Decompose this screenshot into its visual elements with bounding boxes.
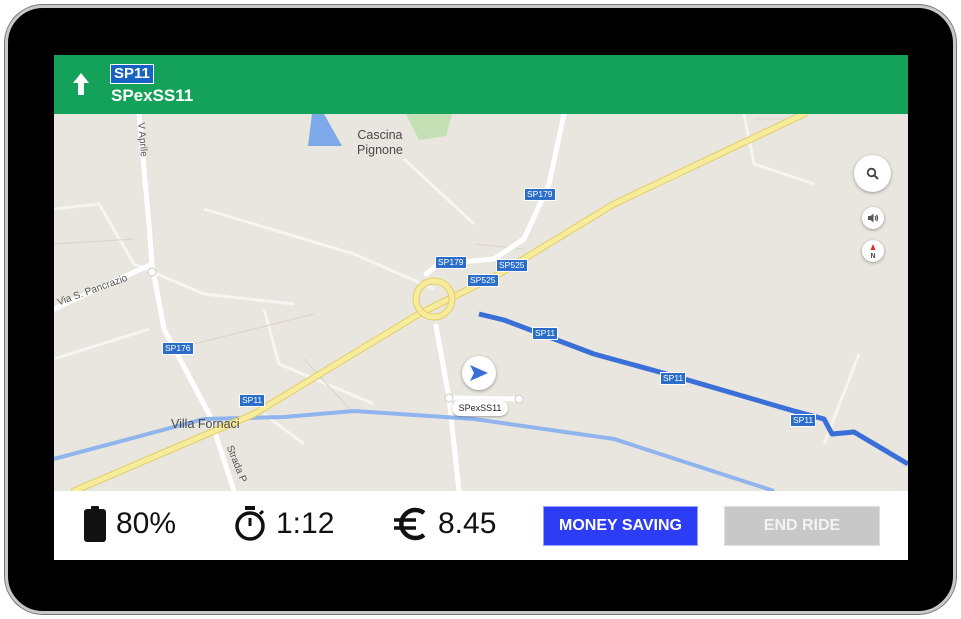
- ride-cost: 8.45: [392, 504, 496, 544]
- road-shield-sp179: SP179: [435, 256, 467, 269]
- ride-status-bar: 80% 1:12 8.45 MONEY SAVING END RIDE: [54, 491, 908, 560]
- compass-icon: N: [870, 244, 876, 259]
- place-label-line: Pignone: [357, 143, 403, 157]
- arrow-up-icon: [73, 73, 89, 95]
- ride-time: 1:12: [234, 504, 334, 544]
- elapsed-time: 1:12: [276, 507, 335, 540]
- battery-level: 80%: [116, 507, 177, 540]
- road-shield-sp11: SP11: [239, 394, 266, 407]
- road-shield-sp11: SP11: [532, 327, 559, 340]
- road-shield-sp179: SP179: [524, 188, 556, 201]
- road-shield-sp11: SP11: [660, 372, 687, 385]
- place-label-villa-fornaci: Villa Fornaci: [171, 417, 240, 431]
- road-shield-sp11: SP11: [790, 414, 817, 427]
- sound-button[interactable]: [862, 207, 884, 229]
- compass-button[interactable]: N: [862, 240, 884, 262]
- stopwatch-icon: [235, 506, 265, 541]
- navigation-header: SP11 SPexSS11: [54, 55, 908, 114]
- road-shield-sp525: SP525: [496, 259, 528, 272]
- money-saving-button[interactable]: MONEY SAVING: [543, 506, 698, 546]
- map-canvas: [54, 110, 908, 495]
- speaker-icon: [868, 213, 879, 223]
- current-position-marker[interactable]: [462, 356, 496, 390]
- battery-icon: [84, 506, 106, 542]
- current-position-label: SPexSS11: [452, 400, 508, 416]
- navigation-arrow-icon: [470, 365, 488, 381]
- road-shield-sp176: SP176: [162, 342, 194, 355]
- euro-icon: [394, 507, 426, 541]
- search-icon: [866, 167, 879, 180]
- navigation-screen: Cascina Pignone Villa Fornaci Via S. Pan…: [54, 55, 908, 560]
- road-shield-sp525: SP525: [467, 274, 499, 287]
- route-badge: SP11: [110, 64, 154, 84]
- end-ride-button[interactable]: END RIDE: [724, 506, 880, 546]
- battery-status: 80%: [84, 504, 176, 544]
- search-button[interactable]: [854, 155, 891, 192]
- compass-letter: N: [870, 253, 875, 259]
- cost-amount: 8.45: [438, 507, 497, 540]
- map-view[interactable]: Cascina Pignone Villa Fornaci Via S. Pan…: [54, 110, 908, 495]
- place-label-line: Cascina: [357, 128, 403, 142]
- place-label-cascina: Cascina Pignone: [357, 128, 403, 158]
- current-street-name: SPexSS11: [111, 86, 194, 105]
